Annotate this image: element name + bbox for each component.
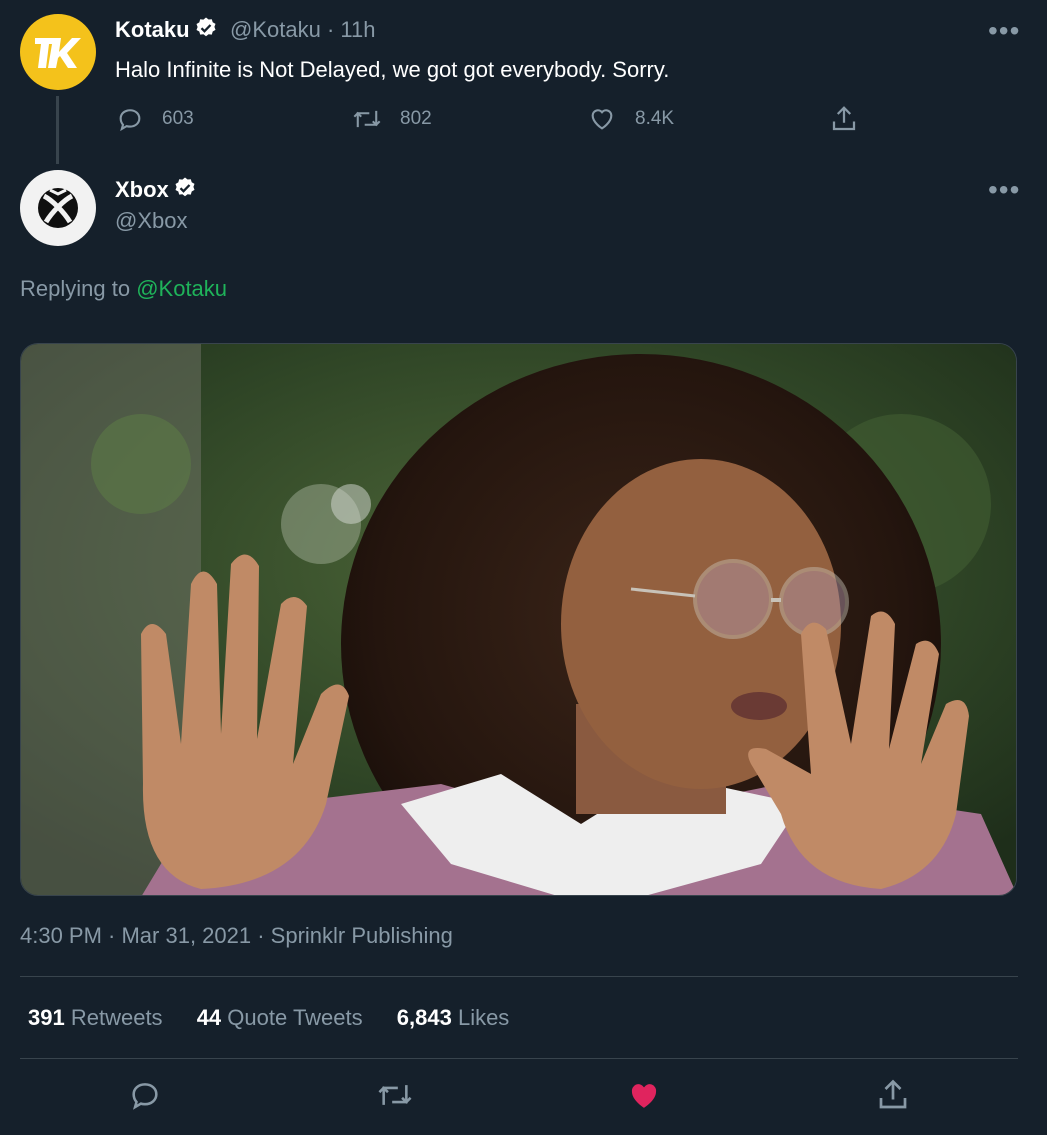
verified-badge-icon <box>173 176 197 205</box>
share-icon <box>832 106 856 131</box>
replying-to-mention[interactable]: @Kotaku <box>136 276 227 301</box>
share-button[interactable] <box>829 104 877 134</box>
reply-icon <box>132 1083 158 1110</box>
divider <box>20 1058 1018 1059</box>
author-name[interactable]: Kotaku <box>115 17 190 42</box>
retweet-icon <box>353 110 381 128</box>
reply-icon <box>119 109 141 132</box>
more-options-icon[interactable]: ••• <box>988 176 1020 204</box>
retweets-stat-label: Retweets <box>70 1005 163 1030</box>
reply-button[interactable] <box>128 1078 162 1117</box>
replying-to: Replying to @Kotaku <box>20 276 227 302</box>
retweet-button[interactable]: 802 <box>352 105 432 133</box>
author-name[interactable]: Xbox <box>115 177 169 202</box>
kotaku-logo-icon <box>35 38 81 68</box>
likes-stat-count: 6,843 <box>396 1005 452 1030</box>
heart-filled-icon <box>631 1084 657 1108</box>
quote-tweets-stat[interactable]: 44 Quote Tweets <box>197 1005 363 1030</box>
like-button[interactable]: 8.4K <box>587 105 674 133</box>
parent-tweet-header: Kotaku @Kotaku · 11h <box>115 16 375 45</box>
tweet-timestamp[interactable]: 4:30 PM · Mar 31, 2021 · Sprinklr Publis… <box>20 923 453 949</box>
xbox-logo-icon <box>38 188 78 228</box>
main-tweet-header: Xbox <box>115 176 197 205</box>
retweet-count: 802 <box>400 108 432 129</box>
share-icon <box>879 1079 907 1109</box>
retweets-stat-count: 391 <box>28 1005 65 1030</box>
replying-prefix: Replying to <box>20 276 131 301</box>
xbox-avatar[interactable] <box>20 170 96 246</box>
author-handle-time: @Kotaku · 11h <box>230 17 376 42</box>
reply-button[interactable]: 603 <box>116 105 194 133</box>
parent-tweet-text: Halo Infinite is Not Delayed, we got got… <box>115 57 670 82</box>
quote-tweets-stat-count: 44 <box>196 1005 222 1030</box>
quote-tweets-stat-label: Quote Tweets <box>227 1005 363 1030</box>
verified-badge-icon <box>194 16 218 45</box>
likes-stat-label: Likes <box>457 1005 510 1030</box>
more-options-icon[interactable]: ••• <box>988 17 1020 45</box>
like-count: 8.4K <box>635 108 675 129</box>
likes-stat[interactable]: 6,843 Likes <box>397 1005 510 1030</box>
divider <box>20 976 1018 977</box>
heart-icon <box>591 109 613 130</box>
author-handle[interactable]: @Xbox <box>115 208 187 234</box>
reply-count: 603 <box>162 108 194 129</box>
retweet-button[interactable] <box>376 1078 414 1117</box>
share-button[interactable] <box>875 1077 911 1118</box>
tweet-media-image[interactable] <box>20 343 1017 896</box>
retweets-stat[interactable]: 391 Retweets <box>28 1005 163 1030</box>
thread-line <box>56 96 59 164</box>
retweet-icon <box>378 1085 412 1105</box>
media-illustration <box>21 344 1016 895</box>
like-button-active[interactable] <box>626 1078 662 1117</box>
kotaku-avatar[interactable] <box>20 14 96 90</box>
stats-row: 391 Retweets 44 Quote Tweets 6,843 Likes <box>28 1005 509 1031</box>
